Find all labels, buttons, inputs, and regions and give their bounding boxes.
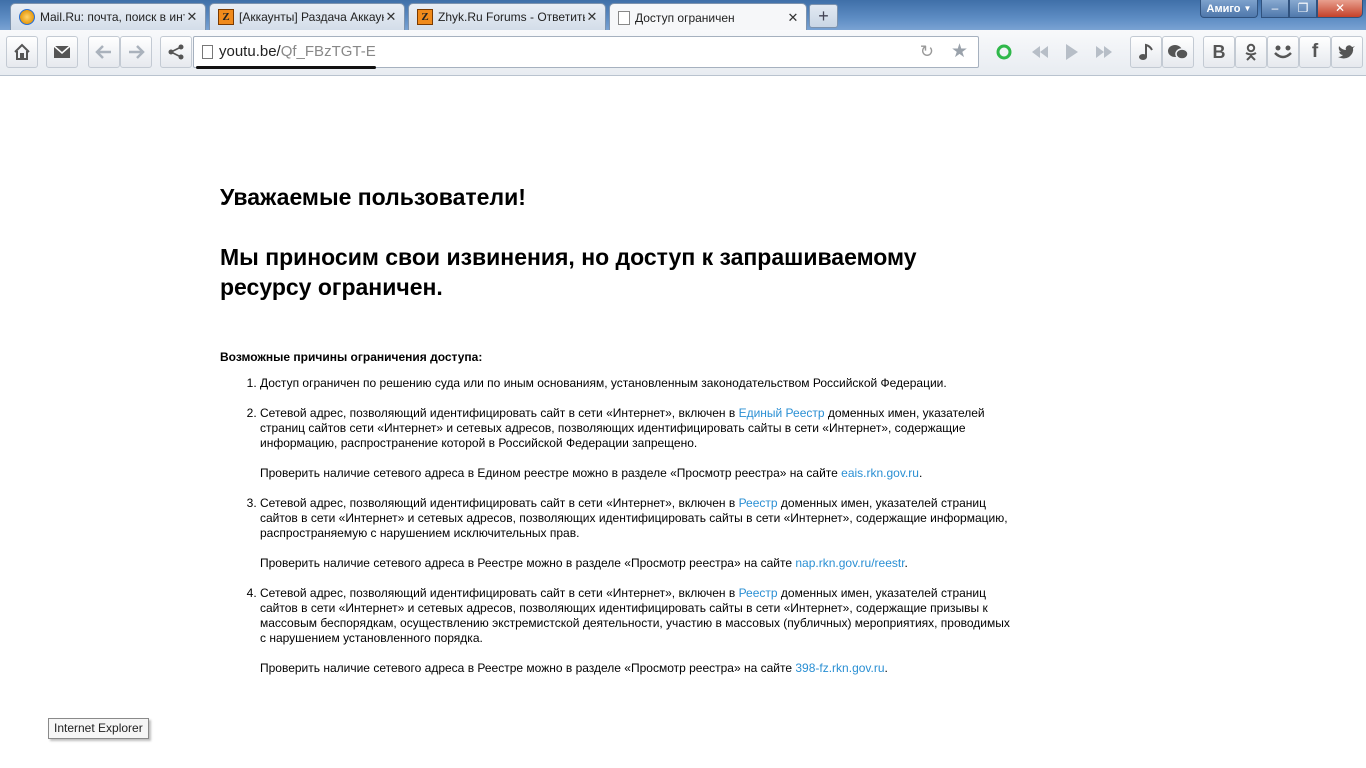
- reason-item: Сетевой адрес, позволяющий идентифициров…: [260, 496, 1010, 571]
- bookmark-star-icon[interactable]: ★: [951, 40, 968, 63]
- url-text[interactable]: youtu.be/Qf_FBzTGT-E: [219, 43, 376, 60]
- tab-close-icon[interactable]: ✕: [585, 9, 599, 25]
- reason-item: Сетевой адрес, позволяющий идентифициров…: [260, 406, 1010, 481]
- music-icon: [1139, 43, 1153, 60]
- moimir-icon: [1274, 45, 1292, 59]
- tab-title: Mail.Ru: почта, поиск в инт: [40, 10, 185, 24]
- mailru-icon: [19, 9, 35, 25]
- registry-link[interactable]: Реестр: [739, 496, 778, 510]
- reasons-title: Возможные причины ограничения доступа:: [220, 350, 483, 364]
- url-highlight-underline: [196, 66, 376, 69]
- home-button[interactable]: [6, 36, 38, 68]
- reason-text: Доступ ограничен по решению суда или по …: [260, 376, 947, 390]
- reason-text: Сетевой адрес, позволяющий идентифициров…: [260, 586, 1010, 646]
- tab-zhyk-forums[interactable]: Z Zhyk.Ru Forums - Ответить ✕: [408, 3, 606, 30]
- url-host: youtu.be/: [219, 43, 281, 60]
- music-button[interactable]: [1130, 36, 1162, 68]
- profile-menu-button[interactable]: Амиго ▼: [1200, 0, 1258, 18]
- reason-text-part: Сетевой адрес, позволяющий идентифициров…: [260, 496, 739, 510]
- unified-registry-link[interactable]: Единый Реестр: [739, 406, 825, 420]
- tab-title: Доступ ограничен: [635, 10, 735, 25]
- mail-icon: [53, 45, 71, 58]
- tab-access-restricted[interactable]: Доступ ограничен ✕: [609, 3, 807, 31]
- home-icon: [14, 43, 30, 60]
- page-icon: [202, 45, 213, 59]
- reason-text-part: Сетевой адрес, позволяющий идентифициров…: [260, 406, 739, 420]
- prev-track-icon: [1032, 46, 1048, 58]
- tab-close-icon[interactable]: ✕: [185, 9, 199, 25]
- reason-check: Проверить наличие сетевого адреса в Реес…: [260, 661, 1010, 676]
- facebook-icon: f: [1311, 41, 1319, 62]
- tab-title: [Аккаунты] Раздача Аккаун: [239, 10, 384, 24]
- check-text: Проверить наличие сетевого адреса в Един…: [260, 466, 842, 480]
- facebook-button[interactable]: f: [1299, 36, 1331, 68]
- moimir-button[interactable]: [1267, 36, 1299, 68]
- 398fz-link[interactable]: 398-fz.rkn.gov.ru: [795, 661, 884, 675]
- zhyk-icon: Z: [417, 9, 433, 25]
- tab-title: Zhyk.Ru Forums - Ответить: [438, 10, 585, 24]
- twitter-button[interactable]: [1331, 36, 1363, 68]
- browser-toolbar: youtu.be/Qf_FBzTGT-E ↻ ★ В f: [0, 30, 1366, 76]
- chat-button[interactable]: [1162, 36, 1194, 68]
- forward-icon: [129, 45, 145, 59]
- tab-close-icon[interactable]: ✕: [786, 10, 800, 26]
- share-button[interactable]: [160, 36, 192, 68]
- address-bar[interactable]: youtu.be/Qf_FBzTGT-E ↻ ★: [193, 36, 979, 68]
- forward-button[interactable]: [120, 36, 152, 68]
- period: .: [904, 556, 908, 570]
- reason-item: Сетевой адрес, позволяющий идентифициров…: [260, 586, 1010, 676]
- reason-text: Сетевой адрес, позволяющий идентифициров…: [260, 496, 1010, 541]
- twitter-icon: [1338, 45, 1355, 59]
- tab-accounts[interactable]: Z [Аккаунты] Раздача Аккаун ✕: [209, 3, 405, 30]
- page-greeting: Уважаемые пользователи!: [220, 184, 526, 210]
- reload-icon[interactable]: ↻: [920, 42, 934, 62]
- nap-link[interactable]: nap.rkn.gov.ru/reestr: [795, 556, 904, 570]
- chat-icon: [1168, 45, 1189, 60]
- profile-label: Амиго: [1206, 2, 1241, 15]
- page-icon: [618, 10, 630, 25]
- tab-mailru[interactable]: Mail.Ru: почта, поиск в инт ✕: [10, 3, 206, 30]
- odnoklassniki-icon: [1245, 43, 1257, 61]
- back-button[interactable]: [88, 36, 120, 68]
- url-path: Qf_FBzTGT-E: [280, 43, 376, 60]
- reason-item: Доступ ограничен по решению суда или по …: [260, 376, 1010, 391]
- reason-check: Проверить наличие сетевого адреса в Един…: [260, 466, 1010, 481]
- registry-link[interactable]: Реестр: [739, 586, 778, 600]
- vk-icon: В: [1212, 41, 1226, 62]
- amigo-button[interactable]: [988, 36, 1020, 68]
- period: .: [884, 661, 888, 675]
- blocked-notice: Уважаемые пользователи! Мы приносим свои…: [220, 182, 1010, 691]
- new-tab-button[interactable]: +: [809, 4, 838, 28]
- play-icon: [1066, 44, 1078, 60]
- reason-text: Сетевой адрес, позволяющий идентифициров…: [260, 406, 1010, 451]
- minimize-button[interactable]: –: [1261, 0, 1289, 18]
- check-text: Проверить наличие сетевого адреса в Реес…: [260, 661, 796, 675]
- page-apology: Мы приносим свои извинения, но доступ к …: [220, 244, 917, 300]
- reason-text-part: Сетевой адрес, позволяющий идентифициров…: [260, 586, 739, 600]
- check-text: Проверить наличие сетевого адреса в Реес…: [260, 556, 796, 570]
- amigo-icon: [996, 44, 1012, 60]
- vk-button[interactable]: В: [1203, 36, 1235, 68]
- mail-button[interactable]: [46, 36, 78, 68]
- chevron-down-icon: ▼: [1243, 4, 1252, 13]
- next-track-icon: [1096, 46, 1112, 58]
- reasons-list: Доступ ограничен по решению суда или по …: [220, 376, 1010, 676]
- internet-explorer-tooltip[interactable]: Internet Explorer: [48, 718, 149, 739]
- back-icon: [95, 45, 111, 59]
- prev-track-button[interactable]: [1024, 36, 1056, 68]
- next-track-button[interactable]: [1088, 36, 1120, 68]
- window-titlebar: Mail.Ru: почта, поиск в инт ✕ Z [Аккаунт…: [0, 0, 1366, 31]
- odnoklassniki-button[interactable]: [1235, 36, 1267, 68]
- window-close-button[interactable]: ✕: [1317, 0, 1363, 18]
- play-button[interactable]: [1056, 36, 1088, 68]
- maximize-button[interactable]: ❐: [1289, 0, 1317, 18]
- zhyk-icon: Z: [218, 9, 234, 25]
- tab-close-icon[interactable]: ✕: [384, 9, 398, 25]
- reason-check: Проверить наличие сетевого адреса в Реес…: [260, 556, 1010, 571]
- eais-link[interactable]: eais.rkn.gov.ru: [841, 466, 919, 480]
- period: .: [918, 466, 923, 480]
- share-icon: [168, 44, 184, 60]
- page-viewport: Уважаемые пользователи! Мы приносим свои…: [0, 77, 1366, 768]
